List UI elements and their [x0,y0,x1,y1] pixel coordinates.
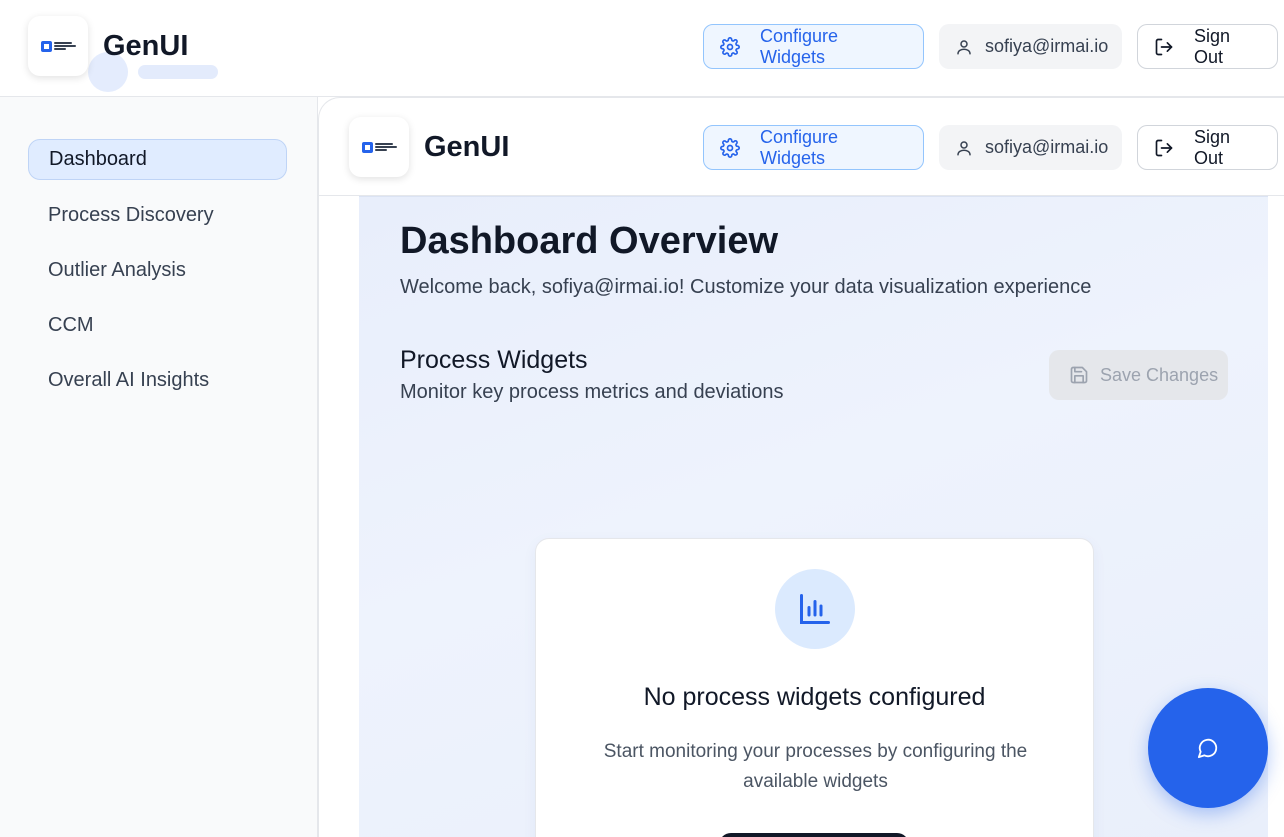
sidebar-item-label: Dashboard [49,148,147,170]
gear-icon [720,36,740,57]
empty-state-card: No process widgets configured Start moni… [535,538,1094,837]
top-header: GenUI Configure Widgets sofiya@irmai.io … [0,0,1284,97]
sidebar-item-label: Overall AI Insights [48,369,210,391]
sidebar-item-ccm[interactable]: CCM [28,305,287,346]
save-changes-label: Save Changes [1100,364,1219,385]
logo-mark-icon [40,40,52,52]
sidebar-item-process-discovery[interactable]: Process Discovery [28,195,287,236]
sign-out-label: Sign Out [1194,25,1231,67]
brand-title: GenUI [103,30,189,62]
save-changes-button[interactable]: Save Changes [1049,350,1228,400]
sidebar-item-label: Process Discovery [48,204,214,226]
inner-sign-out-button[interactable]: Sign Out [1137,125,1278,170]
user-email: sofiya@irmai.io [985,36,1109,56]
sidebar-item-label: CCM [48,314,94,336]
sidebar-item-overall-ai-insights[interactable]: Overall AI Insights [28,360,287,401]
logout-icon [1154,138,1174,158]
logout-icon [1154,37,1174,57]
welcome-text: Welcome back, sofiya@irmai.io! Customize… [400,276,1092,298]
chat-icon [1197,737,1219,759]
empty-state-icon-circle [775,569,855,649]
sidebar-item-label: Outlier Analysis [48,259,186,281]
inner-configure-widgets-button[interactable]: Configure Widgets [703,125,924,170]
empty-state-description: Start monitoring your processes by confi… [603,741,1028,792]
app-logo[interactable] [28,16,88,76]
inner-user-menu[interactable]: sofiya@irmai.io [939,125,1122,170]
user-menu[interactable]: sofiya@irmai.io [939,24,1122,69]
bar-chart-icon [797,591,833,627]
configure-widgets-label: Configure Widgets [760,25,839,67]
empty-state-title: No process widgets configured [643,683,986,711]
configure-widgets-button[interactable]: Configure Widgets [703,24,924,69]
user-icon [955,38,973,56]
section-subtitle: Monitor key process metrics and deviatio… [400,381,784,403]
user-email: sofiya@irmai.io [985,137,1109,157]
logo-mark-icon [361,141,373,153]
empty-state-action-button[interactable] [719,833,909,837]
section-title: Process Widgets [400,346,588,374]
sidebar-item-outlier-analysis[interactable]: Outlier Analysis [28,250,287,291]
sidebar: Dashboard Process Discovery Outlier Anal… [0,97,318,837]
chat-button[interactable] [1148,688,1268,808]
user-icon [955,139,973,157]
page-title: Dashboard Overview [400,220,779,262]
inner-app-logo[interactable] [349,117,409,177]
save-icon [1069,365,1089,385]
sign-out-label: Sign Out [1194,126,1231,168]
inner-brand-title: GenUI [424,131,510,163]
gear-icon [720,137,740,158]
sidebar-item-dashboard[interactable]: Dashboard [28,139,287,180]
configure-widgets-label: Configure Widgets [760,126,839,168]
sign-out-button[interactable]: Sign Out [1137,24,1278,69]
